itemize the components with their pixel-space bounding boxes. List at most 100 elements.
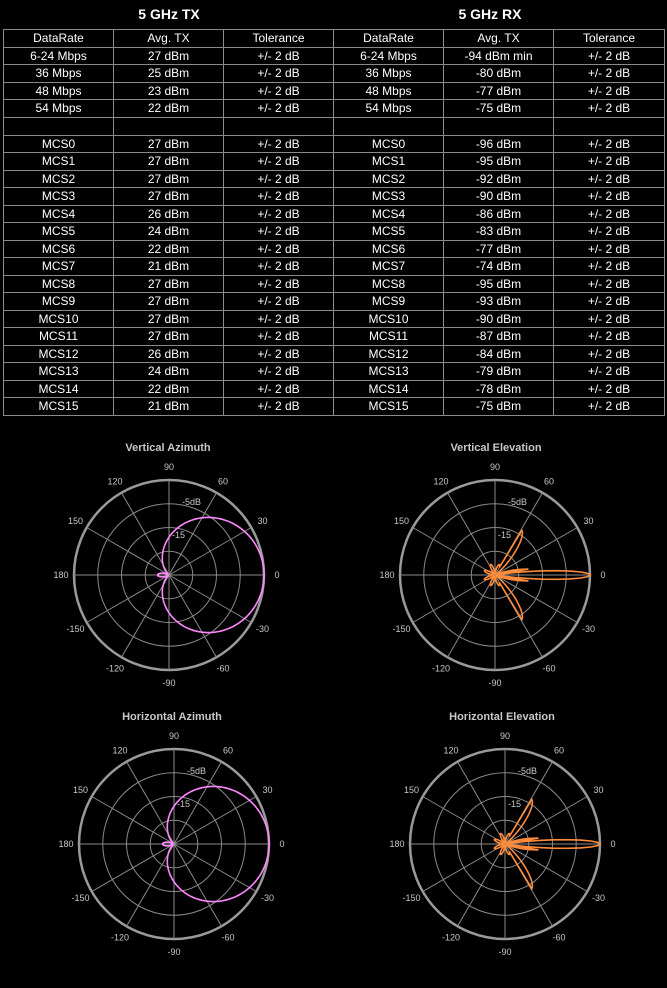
angle-label: -120 [106,664,124,674]
cell-rx-avg: -94 dBm min [443,46,554,65]
angle-label: 90 [490,462,500,472]
cell-tx-datarate: MCS8 [3,274,114,293]
cell-rx-tolerance: +/- 2 dB [553,344,665,363]
cell-tx-datarate: MCS9 [3,292,114,311]
grid-spoke [457,843,506,927]
cell-tx-avg: 27 dBm [113,152,224,171]
polar-plot-horizontal-elevation: 0 30 60 90 120 150 180 -150 -120 -90 -60 -30 -5dB -15 [389,731,615,957]
cell-tx-avg [113,116,224,136]
cell-rx-datarate: MCS9 [333,292,444,311]
cell-tx-tolerance: +/- 2 dB [223,46,334,65]
grid-spoke [412,574,496,623]
grid-spoke [422,796,506,845]
polar-plot-horizontal-azimuth: 0306090120150180-150-120-90-60-30-5dB-15 [58,731,284,957]
cell-tx-avg: 27 dBm [113,187,224,206]
cell-tx-tolerance: +/- 2 dB [223,64,334,83]
grid-spoke [168,574,217,658]
cell-rx-tolerance: +/- 2 dB [553,309,665,328]
table-row: 48 Mbps 23 dBm +/- 2 dB 48 Mbps -77 dBm +/- 2… [3,81,665,100]
cell-tx-datarate: MCS13 [3,362,114,381]
angle-label: 90 [164,462,174,472]
grid-spoke [126,761,175,845]
angle-label: -90 [498,947,511,957]
angle-label: 30 [594,785,604,795]
cell-rx-tolerance: +/- 2 dB [553,274,665,293]
angle-label: -150 [392,624,410,634]
table-row [3,116,665,136]
cell-tx-tolerance: +/- 2 dB [223,81,334,100]
grid-spoke [447,492,496,576]
grid-spoke [126,843,175,927]
cell-tx-avg: 23 dBm [113,81,224,100]
grid-spoke [494,574,578,623]
cell-rx-tolerance: +/- 2 dB [553,362,665,381]
table-row: MCS12 26 dBm +/- 2 dB MCS12 -84 dBm +/- 2 dB [3,344,665,363]
angle-label: -150 [71,893,89,903]
cell-rx-datarate: MCS13 [333,362,444,381]
cell-tx-tolerance: +/- 2 dB [223,239,334,258]
angle-label: 60 [218,476,228,486]
cell-tx-tolerance: +/- 2 dB [223,309,334,328]
cell-rx-datarate: MCS0 [333,134,444,153]
cell-rx-datarate: MCS5 [333,222,444,241]
grid-spoke [121,574,170,658]
cell-tx-avg: 24 dBm [113,362,224,381]
cell-rx-tolerance: +/- 2 dB [553,379,665,398]
angle-label: -60 [221,933,234,943]
angle-label: -30 [582,624,595,634]
cell-tx-avg: 27 dBm [113,292,224,311]
cell-tx-datarate [3,116,114,136]
cell-rx-tolerance: +/- 2 dB [553,397,665,416]
cell-rx-avg: -77 dBm [443,81,554,100]
angle-label: 120 [443,745,458,755]
column-header-tx-avg: Avg. TX [113,29,224,48]
cell-rx-datarate: MCS3 [333,187,444,206]
grid-spoke [504,843,588,892]
cell-rx-tolerance: +/- 2 dB [553,134,665,153]
cell-tx-tolerance [223,116,334,136]
cell-rx-datarate: MCS15 [333,397,444,416]
tx-header: 5 GHz TX [138,6,200,22]
cell-rx-tolerance: +/- 2 dB [553,99,665,118]
cell-rx-avg: -77 dBm [443,239,554,258]
ring-label-minus5db: -5dB [518,766,537,776]
ring-label-minus15: -15 [498,530,511,540]
cell-tx-avg: 22 dBm [113,239,224,258]
angle-label: 180 [58,839,73,849]
angle-label: 120 [433,476,448,486]
cell-tx-avg: 22 dBm [113,379,224,398]
angle-label: -30 [261,893,274,903]
angle-label: 0 [610,839,615,849]
table-row: MCS4 26 dBm +/- 2 dB MCS4 -86 dBm +/- 2 dB [3,204,665,223]
angle-label: -90 [167,947,180,957]
grid-spoke [412,527,496,576]
cell-rx-avg: -87 dBm [443,327,554,346]
ring-label-minus5db: -5dB [182,497,201,507]
ring-label-minus5db: -5dB [187,766,206,776]
cell-tx-datarate: MCS12 [3,344,114,363]
angle-label: 0 [279,839,284,849]
cell-tx-tolerance: +/- 2 dB [223,257,334,276]
angle-label: 60 [223,745,233,755]
cell-rx-tolerance: +/- 2 dB [553,327,665,346]
angle-label: 180 [53,570,68,580]
table-row: MCS5 24 dBm +/- 2 dB MCS5 -83 dBm +/- 2 dB [3,222,665,241]
angle-label: -120 [111,933,129,943]
cell-rx-datarate: MCS14 [333,379,444,398]
cell-tx-datarate: 48 Mbps [3,81,114,100]
table-row: MCS3 27 dBm +/- 2 dB MCS3 -90 dBm +/- 2 dB [3,187,665,206]
cell-rx-datarate: MCS2 [333,169,444,188]
polar-title-vertical-azimuth: Vertical Azimuth [125,442,211,454]
angle-label: 60 [544,476,554,486]
grid-spoke [447,574,496,658]
cell-tx-tolerance: +/- 2 dB [223,99,334,118]
cell-rx-avg: -79 dBm [443,362,554,381]
polar-title-vertical-elevation: Vertical Elevation [450,442,542,454]
cell-tx-tolerance: +/- 2 dB [223,152,334,171]
ring-label-minus5db: -5dB [508,497,527,507]
table-row: MCS9 27 dBm +/- 2 dB MCS9 -93 dBm +/- 2 dB [3,292,665,311]
cell-rx-datarate: MCS1 [333,152,444,171]
cell-tx-tolerance: +/- 2 dB [223,204,334,223]
cell-tx-avg: 24 dBm [113,222,224,241]
cell-rx-avg: -80 dBm [443,64,554,83]
